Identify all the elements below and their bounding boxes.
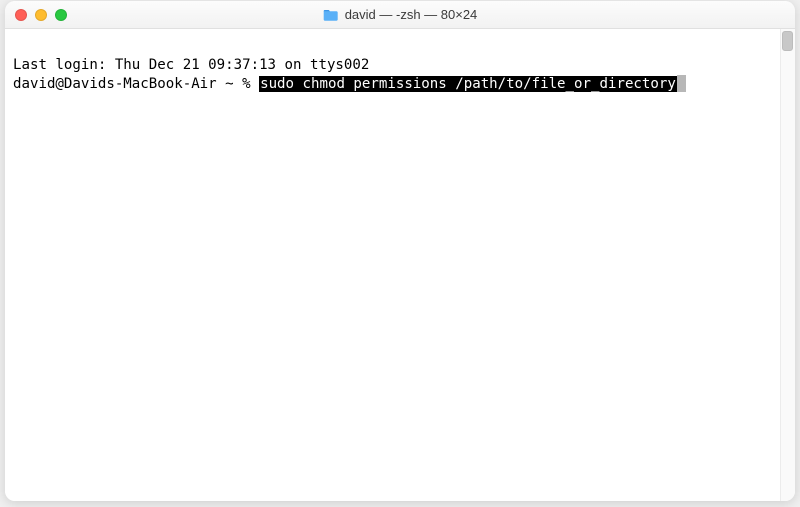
minimize-icon[interactable] [35,9,47,21]
window-controls [15,9,67,21]
terminal-line-login: Last login: Thu Dec 21 09:37:13 on ttys0… [13,56,787,75]
cursor [677,75,686,92]
terminal-window: david — -zsh — 80×24 Last login: Thu Dec… [5,1,795,501]
terminal-content[interactable]: Last login: Thu Dec 21 09:37:13 on ttys0… [5,29,795,501]
scrollbar-track[interactable] [780,29,795,501]
prompt-text: david@Davids-MacBook-Air ~ % [13,76,259,92]
command-input[interactable]: sudo chmod permissions /path/to/file_or_… [259,76,677,92]
window-title: david — -zsh — 80×24 [345,7,478,22]
close-icon[interactable] [15,9,27,21]
terminal-line-prompt: david@Davids-MacBook-Air ~ % sudo chmod … [13,75,787,94]
folder-icon [323,8,339,22]
window-title-group: david — -zsh — 80×24 [323,7,478,22]
zoom-icon[interactable] [55,9,67,21]
scrollbar-thumb[interactable] [782,31,793,51]
titlebar[interactable]: david — -zsh — 80×24 [5,1,795,29]
